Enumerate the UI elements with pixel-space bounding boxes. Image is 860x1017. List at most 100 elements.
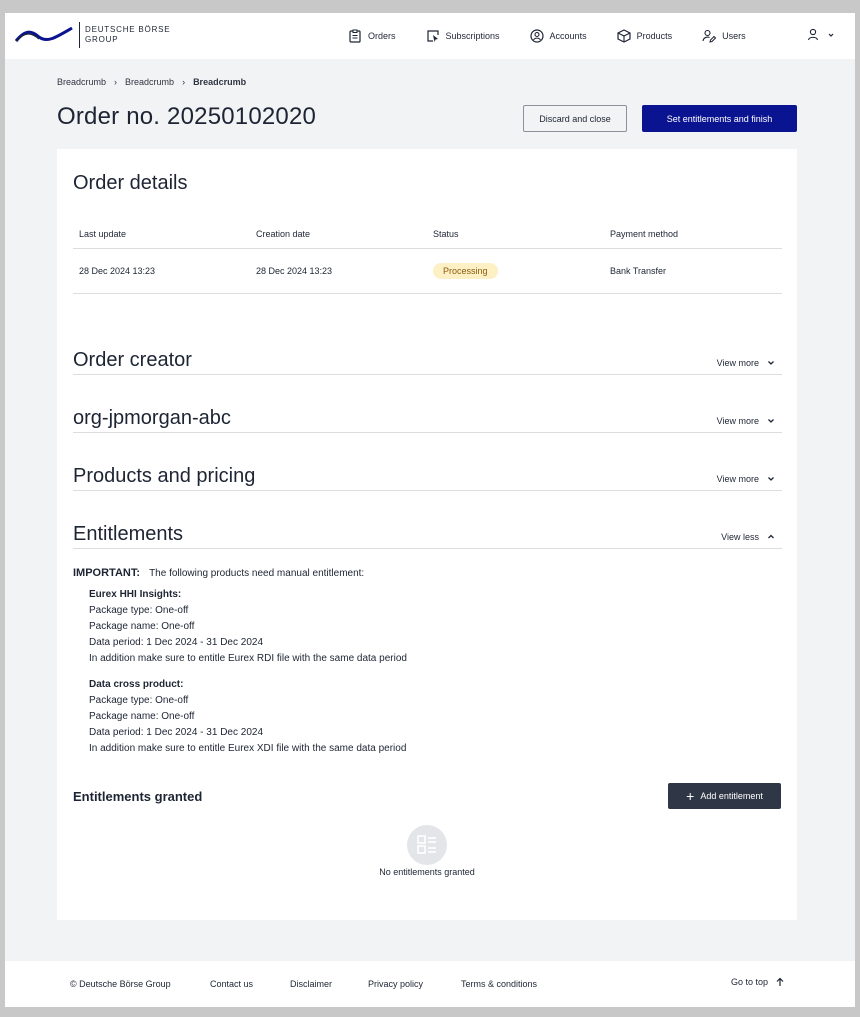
cursor-window-icon: [426, 30, 439, 42]
nav-label: Users: [722, 31, 746, 41]
column-header: Last update: [79, 228, 127, 239]
status-badge: Processing: [433, 263, 498, 279]
logo-line2: GROUP: [85, 35, 119, 44]
user-menu[interactable]: [807, 28, 837, 42]
table-row: 28 Dec 2024 13:23 28 Dec 2024 13:23 Proc…: [73, 249, 782, 294]
product-entitlement-block: Eurex HHI Insights: Package type: One-of…: [89, 587, 407, 667]
plus-icon: +: [686, 788, 695, 804]
chevron-down-icon: [828, 33, 834, 37]
go-to-top-link[interactable]: Go to top: [731, 977, 785, 987]
add-entitlement-button[interactable]: + Add entitlement: [668, 783, 781, 809]
breadcrumb-item[interactable]: Breadcrumb: [57, 77, 106, 87]
list-placeholder-icon: [417, 835, 436, 854]
nav-item-products[interactable]: Products: [616, 29, 672, 43]
footer-link-contact[interactable]: Contact us: [210, 979, 253, 989]
section-organization: org-jpmorgan-abc View more: [73, 399, 782, 433]
section-title: Entitlements: [73, 523, 184, 545]
user-edit-icon: [702, 29, 717, 43]
creation-date-cell: 28 Dec 2024 13:23: [256, 266, 333, 276]
package-type: Package type: One-off: [89, 605, 189, 616]
entitlement-note: In addition make sure to entitle Eurex R…: [89, 653, 407, 664]
brand-logo[interactable]: DEUTSCHE BÖRSE GROUP: [15, 22, 170, 48]
entitlements-granted-title: Entitlements granted: [73, 789, 203, 804]
section-title: Order creator: [73, 349, 192, 371]
logo-text: DEUTSCHE BÖRSE GROUP: [85, 25, 170, 45]
account-circle-icon: [529, 29, 544, 43]
app-frame: DEUTSCHE BÖRSE GROUP Orders Subscription…: [5, 13, 855, 1007]
go-to-top-label: Go to top: [730, 977, 768, 987]
status-cell: Processing: [427, 263, 604, 279]
empty-state-text: No entitlements granted: [379, 867, 475, 877]
order-details-title: Order details: [73, 172, 188, 194]
order-card: Order details Last update Creation date …: [57, 149, 797, 920]
column-header: Status: [433, 228, 459, 239]
important-notice: IMPORTANT: The following products need m…: [73, 567, 364, 579]
important-label: IMPORTANT:: [73, 567, 141, 579]
section-entitlements: Entitlements View less: [73, 515, 782, 549]
footer-link-terms[interactable]: Terms & conditions: [461, 979, 537, 989]
user-icon: [807, 28, 819, 41]
nav-label: Orders: [368, 31, 396, 41]
empty-list-icon: [407, 825, 447, 865]
product-name: Eurex HHI Insights:: [89, 589, 182, 600]
box-icon: [616, 29, 631, 43]
nav-item-accounts[interactable]: Accounts: [529, 29, 587, 43]
chevron-up-icon: [768, 534, 774, 539]
nav-item-subscriptions[interactable]: Subscriptions: [426, 29, 500, 43]
view-less-toggle[interactable]: View less: [721, 532, 776, 542]
product-entitlement-block: Data cross product: Package type: One-of…: [89, 677, 406, 757]
top-navigation: DEUTSCHE BÖRSE GROUP Orders Subscription…: [5, 13, 855, 59]
main-nav: Orders Subscriptions Accounts Products U…: [348, 13, 776, 59]
section-title: Products and pricing: [73, 465, 256, 487]
set-entitlements-and-finish-button[interactable]: Set entitlements and finish: [642, 105, 797, 132]
breadcrumb: Breadcrumb › Breadcrumb › Breadcrumb: [57, 77, 246, 87]
chevron-down-icon: [768, 477, 774, 481]
view-more-toggle[interactable]: View more: [717, 416, 776, 426]
nav-label: Accounts: [549, 31, 587, 41]
breadcrumb-item[interactable]: Breadcrumb: [125, 77, 174, 87]
last-update-cell: 28 Dec 2024 13:23: [79, 266, 156, 276]
toggle-label: View more: [716, 358, 759, 368]
column-header: Creation date: [256, 228, 311, 239]
footer-link-disclaimer[interactable]: Disclaimer: [290, 979, 332, 989]
breadcrumb-current: Breadcrumb: [193, 77, 247, 87]
footer-copyright: © Deutsche Börse Group: [70, 979, 171, 989]
clipboard-icon: [349, 29, 361, 43]
chevron-down-icon: [768, 361, 774, 365]
logo-divider: [79, 22, 80, 48]
toggle-label: View more: [716, 416, 759, 426]
logo-wave-icon: [15, 26, 73, 42]
nav-item-orders[interactable]: Orders: [348, 29, 396, 43]
product-name: Data cross product:: [89, 679, 184, 690]
package-type: Package type: One-off: [89, 695, 189, 706]
footer-link-privacy[interactable]: Privacy policy: [368, 979, 423, 989]
payment-method-cell: Bank Transfer: [610, 266, 667, 276]
logo-line1: DEUTSCHE BÖRSE: [85, 25, 171, 34]
section-order-creator: Order creator View more: [73, 341, 782, 375]
package-name: Package name: One-off: [89, 621, 195, 632]
section-products-and-pricing: Products and pricing View more: [73, 457, 782, 491]
data-period: Data period: 1 Dec 2024 - 31 Dec 2024: [89, 637, 263, 648]
chevron-right-icon: ›: [182, 77, 186, 87]
column-header: Payment method: [610, 228, 679, 239]
view-more-toggle[interactable]: View more: [717, 474, 776, 484]
footer: © Deutsche Börse Group Contact us Discla…: [5, 961, 855, 1007]
entitlement-note: In addition make sure to entitle Eurex X…: [89, 743, 407, 754]
discard-and-close-button[interactable]: Discard and close: [523, 105, 627, 132]
toggle-label: View more: [716, 474, 759, 484]
chevron-right-icon: ›: [114, 77, 118, 87]
table-header: Last update Creation date Status Payment…: [73, 219, 782, 249]
package-name: Package name: One-off: [89, 711, 195, 722]
nav-item-users[interactable]: Users: [702, 29, 746, 43]
arrow-up-icon: [776, 977, 784, 986]
data-period: Data period: 1 Dec 2024 - 31 Dec 2024: [89, 727, 263, 738]
chevron-down-icon: [768, 419, 774, 423]
section-title: org-jpmorgan-abc: [73, 407, 231, 429]
view-more-toggle[interactable]: View more: [717, 358, 776, 368]
important-text: The following products need manual entit…: [149, 568, 365, 579]
nav-label: Subscriptions: [445, 31, 500, 41]
order-details-table: Last update Creation date Status Payment…: [73, 219, 782, 294]
page-title: Order no. 20250102020: [57, 103, 317, 130]
toggle-label: View less: [721, 532, 759, 542]
add-entitlement-label: Add entitlement: [700, 791, 763, 801]
